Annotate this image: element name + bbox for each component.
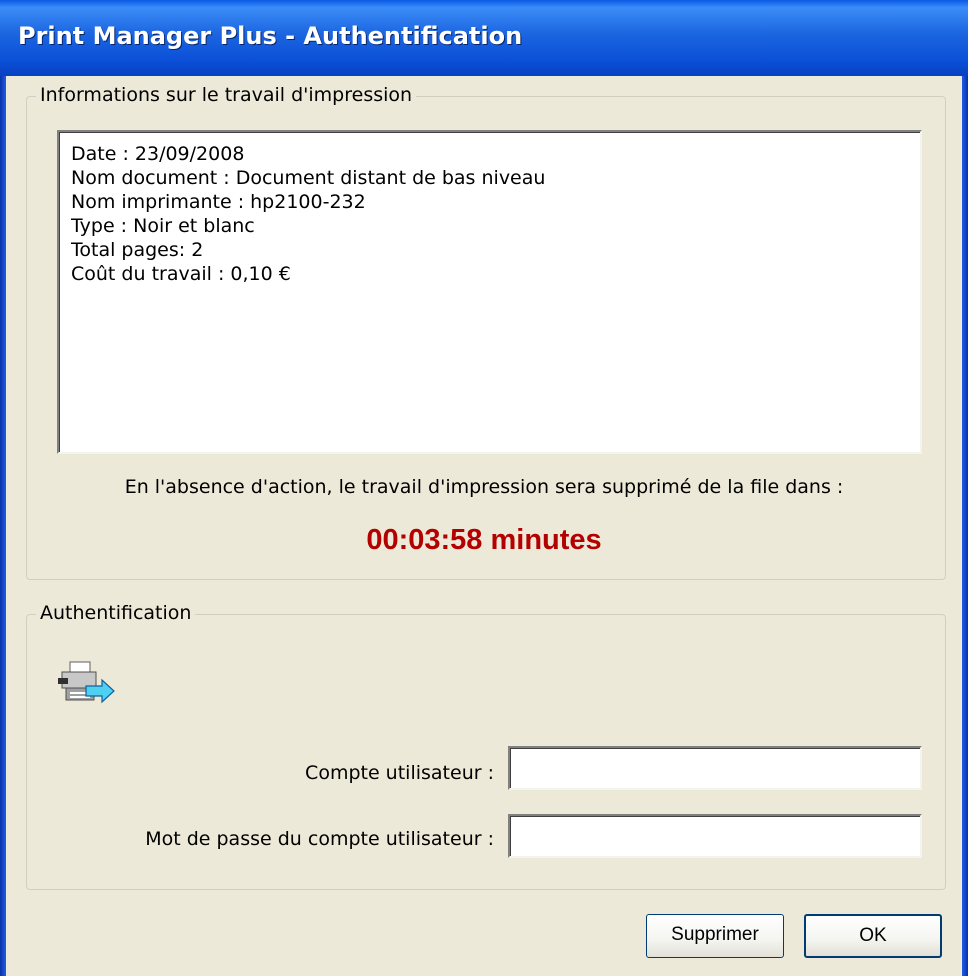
delete-button-label: Supprimer [671, 924, 759, 945]
password-input[interactable] [508, 814, 922, 858]
job-info-textbox[interactable]: Date : 23/09/2008 Nom document : Documen… [57, 130, 922, 454]
job-document-name: Nom document : Document distant de bas n… [71, 167, 546, 189]
job-total-pages: Total pages: 2 [71, 239, 204, 261]
auth-dialog: Print Manager Plus - Authentification In… [0, 0, 968, 976]
job-cost: Coût du travail : 0,10 € [71, 263, 291, 285]
ok-button-label: OK [859, 925, 887, 946]
job-date: Date : 23/09/2008 [71, 143, 245, 165]
deletion-notice: En l'absence d'action, le travail d'impr… [124, 476, 844, 498]
job-printer-name: Nom imprimante : hp2100-232 [71, 191, 366, 213]
auth-group-label: Authentification [36, 602, 196, 624]
job-type: Type : Noir et blanc [71, 215, 255, 237]
user-account-input[interactable] [508, 746, 922, 790]
ok-button[interactable]: OK [804, 914, 942, 958]
password-label: Mot de passe du compte utilisateur : [145, 828, 494, 850]
window-title: Print Manager Plus - Authentification [18, 22, 523, 50]
printer-transfer-icon [58, 661, 115, 704]
user-account-label: Compte utilisateur : [305, 762, 494, 784]
delete-button[interactable]: Supprimer [646, 914, 784, 958]
title-bar[interactable]: Print Manager Plus - Authentification [0, 0, 968, 76]
job-info-group-label: Informations sur le travail d'impression [36, 84, 417, 106]
countdown-timer: 00:03:58 minutes [366, 524, 602, 556]
